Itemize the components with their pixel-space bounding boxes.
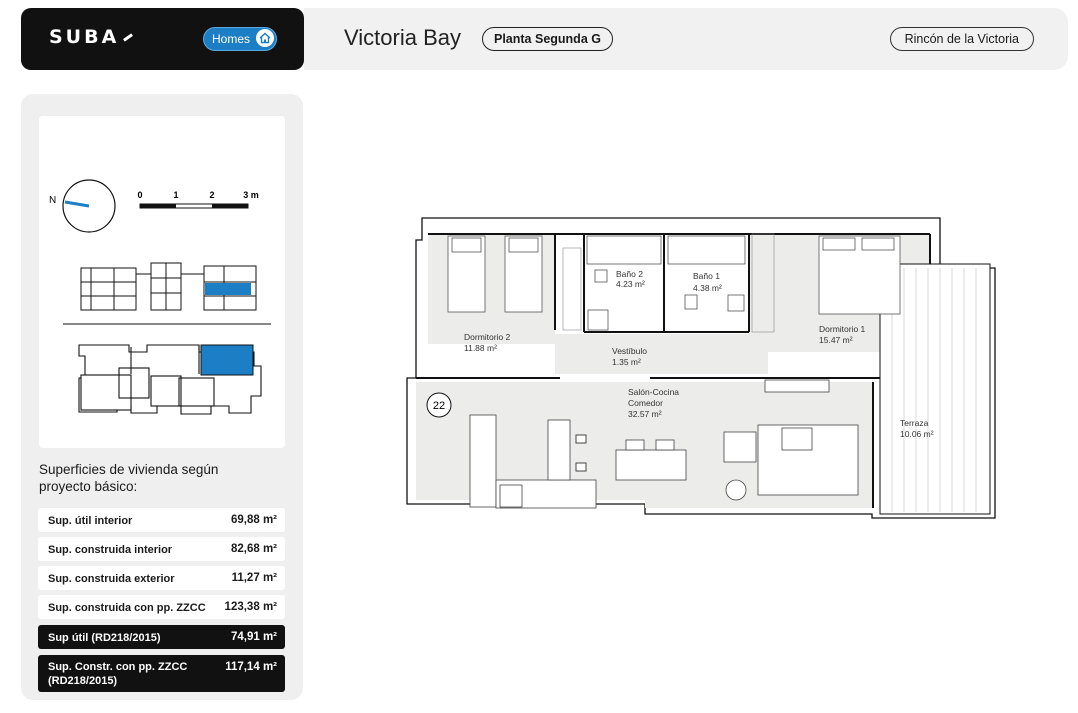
room-name: Vestíbulo	[612, 346, 647, 356]
keyplan-drawing: N 0 1 2 3 m	[49, 179, 271, 415]
armchair	[725, 479, 747, 501]
room-area: 11.88 m²	[464, 343, 497, 353]
stat-value: 117,14 m²	[225, 661, 277, 673]
bedroom1-bed	[818, 235, 901, 315]
brand-header: SUBA Homes	[21, 8, 304, 70]
room-floor	[555, 334, 768, 374]
bar-stool	[575, 462, 587, 472]
floor-plan: 22 Dormitorio 2 11.88 m² Baño 2 4.23 m² …	[406, 217, 996, 519]
stat-row: Sup. construida con pp. ZZCC 123,38 m²	[38, 595, 285, 619]
surfaces-title: Superficies de vivienda según proyecto b…	[39, 462, 219, 494]
stat-row: Sup. construida interior 82,68 m²	[38, 537, 285, 561]
stat-value: 74,91 m²	[230, 631, 277, 643]
north-needle	[64, 200, 90, 208]
stat-value: 123,38 m²	[224, 601, 277, 613]
stat-label: Sup. útil interior	[48, 515, 133, 527]
room-area: 4.38 m²	[693, 283, 722, 293]
scale-tick: 1	[173, 190, 178, 200]
room-name: Baño 2	[616, 269, 643, 279]
stat-label: Sup. Constr. con pp. ZZCC (RD218/2015)	[48, 661, 188, 687]
room-name: Terraza	[900, 418, 929, 428]
header-bar: Victoria Bay Planta Segunda G Rincón de …	[304, 8, 1068, 70]
scale-tick: 0	[137, 190, 142, 200]
room-name: Salón-Cocina	[628, 387, 679, 397]
homes-button[interactable]: Homes	[203, 27, 278, 51]
stat-value: 69,88 m²	[230, 514, 277, 526]
room-area: 32.57 m²	[628, 409, 662, 419]
stat-row-highlight: Sup útil (RD218/2015) 74,91 m²	[38, 625, 285, 649]
location-badge[interactable]: Rincón de la Victoria	[889, 27, 1034, 51]
brand-logo[interactable]: SUBA	[49, 26, 134, 48]
stat-row: Sup. útil interior 69,88 m²	[38, 508, 285, 532]
room-name: Baño 1	[693, 271, 720, 281]
unit-number: 22	[433, 400, 445, 412]
room-area: 1.35 m²	[612, 357, 641, 367]
stat-row: Sup. construida exterior 11,27 m²	[38, 566, 285, 590]
side-panel: N 0 1 2 3 m Superficies de vivienda segú…	[21, 94, 303, 700]
selected-unit-section	[205, 283, 251, 295]
scale-tick: 3 m	[243, 190, 259, 200]
stat-label: Sup. construida con pp. ZZCC	[48, 602, 206, 614]
room-name: Dormitorio 1	[819, 324, 866, 334]
room-area: 10.06 m²	[900, 429, 934, 439]
selected-unit-floorplan	[200, 344, 254, 376]
homes-label: Homes	[212, 32, 251, 46]
stat-label: Sup. construida exterior	[48, 573, 175, 585]
scale-bar: 0 1 2 3 m	[137, 190, 259, 209]
room-area: 4.23 m²	[616, 279, 645, 289]
stat-label: Sup. construida interior	[48, 544, 173, 556]
room-name: Dormitorio 2	[464, 332, 511, 342]
stat-label: Sup útil (RD218/2015)	[48, 632, 161, 644]
floor-badge[interactable]: Planta Segunda G	[482, 27, 613, 51]
stat-row-highlight: Sup. Constr. con pp. ZZCC (RD218/2015) 1…	[38, 655, 285, 692]
room-name: Comedor	[628, 398, 663, 408]
home-icon	[256, 29, 275, 47]
keyplan-card: N 0 1 2 3 m	[39, 116, 285, 448]
stat-value: 82,68 m²	[230, 543, 277, 555]
stat-value: 11,27 m²	[231, 572, 277, 584]
bar-stool	[575, 434, 587, 444]
room-area: 15.47 m²	[819, 335, 853, 345]
compass-label: N	[49, 195, 56, 206]
project-title: Victoria Bay	[344, 25, 461, 50]
scale-tick: 2	[209, 190, 214, 200]
